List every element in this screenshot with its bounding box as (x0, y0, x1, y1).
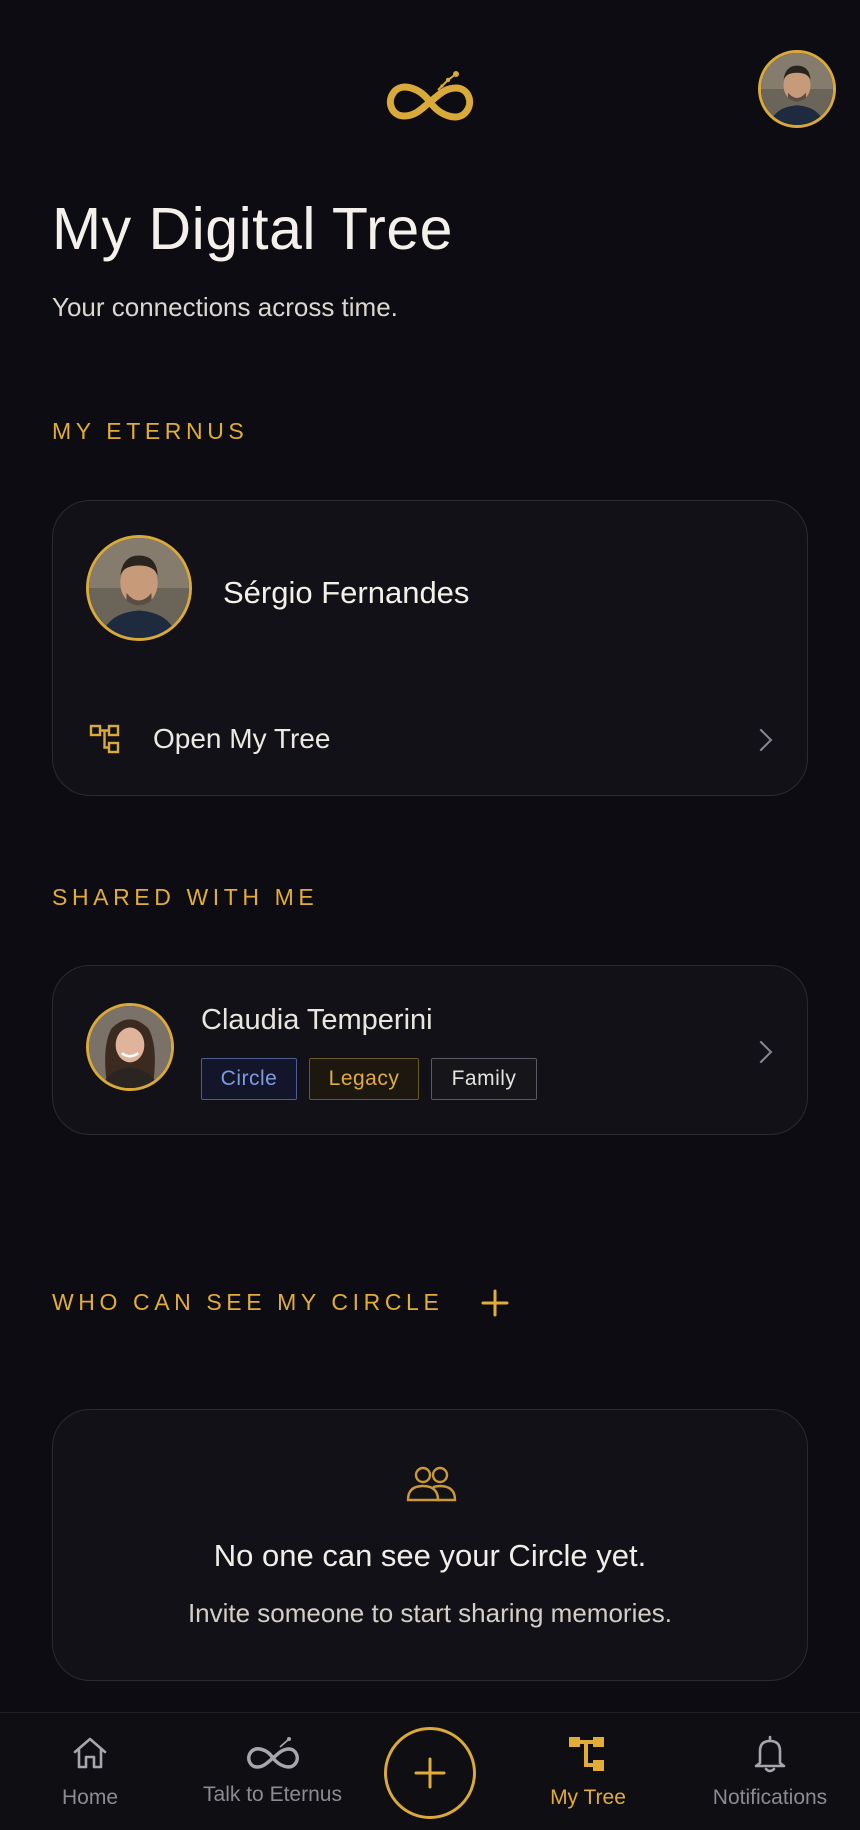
plus-icon (414, 1757, 446, 1789)
open-my-tree-row[interactable]: Open My Tree (53, 697, 809, 785)
nav-label-home: Home (61, 1786, 119, 1809)
chevron-right-icon (749, 728, 773, 752)
bell-icon (754, 1735, 786, 1773)
person-portrait-icon (89, 1006, 171, 1088)
people-icon (406, 1466, 457, 1502)
nav-item-home[interactable]: Home (30, 1713, 150, 1830)
page-title: My Digital Tree (52, 196, 453, 262)
circle-empty-state-card: No one can see your Circle yet. Invite s… (52, 1409, 808, 1681)
shared-person-card[interactable]: Claudia Temperini Circle Legacy Family (52, 965, 808, 1135)
nav-label-talk-to-eternus: Talk to Eternus (203, 1783, 342, 1806)
eternus-owner-name: Sérgio Fernandes (223, 575, 470, 610)
add-button[interactable] (384, 1727, 476, 1819)
avatar (86, 1003, 174, 1091)
chevron-right-icon (749, 1040, 773, 1064)
profile-avatar[interactable] (758, 50, 836, 128)
tag-circle: Circle (201, 1058, 297, 1100)
nav-label-notifications: Notifications (712, 1786, 828, 1809)
section-label-shared-with-me: SHARED WITH ME (52, 884, 319, 910)
infinity-logo-icon (380, 60, 480, 130)
section-label-circle-visibility: WHO CAN SEE MY CIRCLE (52, 1289, 444, 1315)
tree-hierarchy-icon (89, 724, 120, 754)
bottom-nav: Home Talk to Eternus My Tree Notificatio… (0, 1712, 860, 1830)
nav-label-my-tree: My Tree (550, 1786, 626, 1809)
open-my-tree-label: Open My Tree (153, 723, 331, 754)
my-eternus-card: Sérgio Fernandes Open My Tree (52, 500, 808, 796)
page-subtitle: Your connections across time. (52, 292, 398, 322)
nav-item-notifications[interactable]: Notifications (698, 1713, 842, 1830)
shared-person-name: Claudia Temperini (201, 1004, 433, 1036)
section-label-my-eternus: MY ETERNUS (52, 418, 249, 444)
add-viewer-button[interactable] (478, 1286, 512, 1320)
person-portrait-icon (89, 538, 189, 638)
avatar (86, 535, 192, 641)
empty-state-title: No one can see your Circle yet. (213, 1538, 647, 1573)
infinity-icon (246, 1737, 299, 1769)
empty-state-subtitle: Invite someone to start sharing memories… (187, 1598, 673, 1628)
nav-item-my-tree[interactable]: My Tree (528, 1713, 648, 1830)
nav-item-talk-to-eternus[interactable]: Talk to Eternus (195, 1713, 350, 1830)
home-icon (73, 1737, 107, 1769)
tree-hierarchy-icon (569, 1737, 604, 1771)
tag-legacy: Legacy (309, 1058, 419, 1100)
tag-family: Family (431, 1058, 537, 1100)
person-portrait-icon (761, 53, 833, 125)
plus-icon (481, 1289, 509, 1317)
